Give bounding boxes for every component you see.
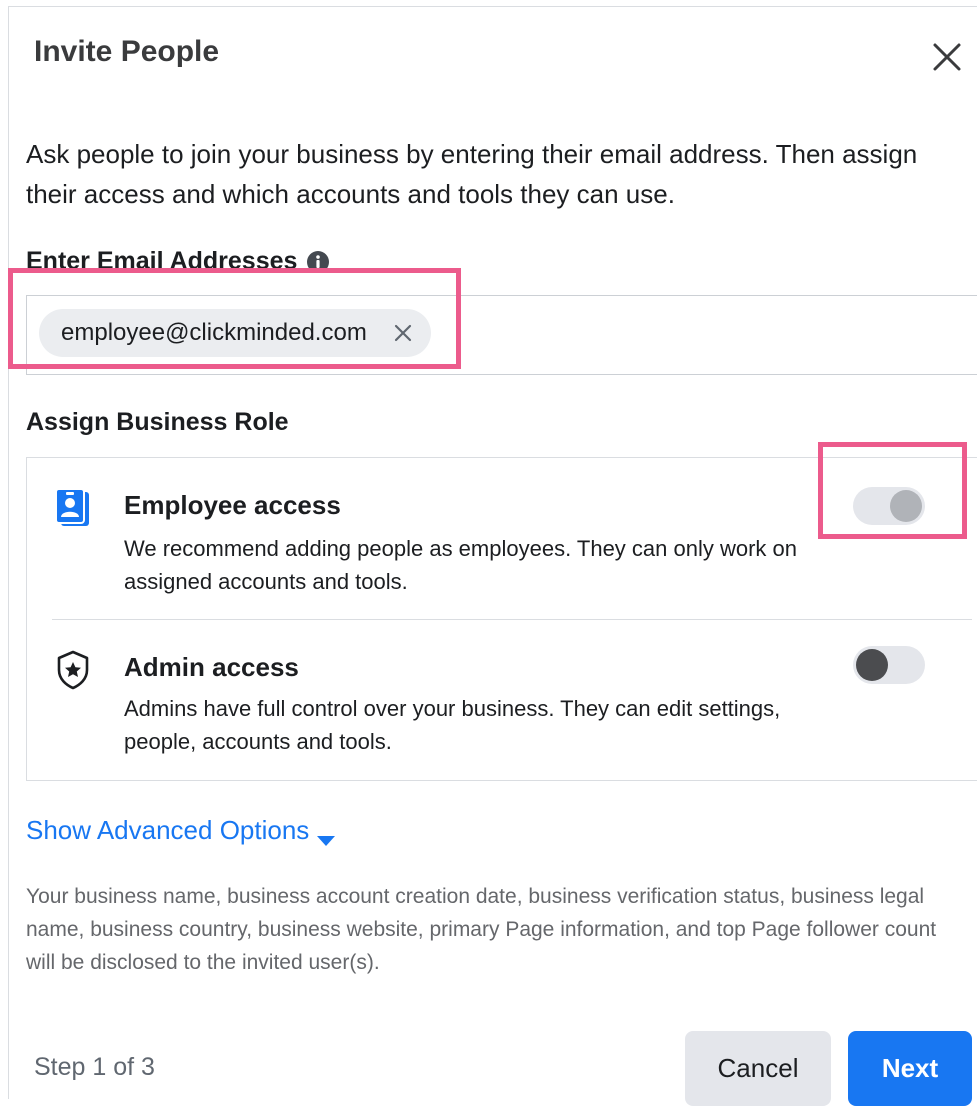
role-title: Admin access	[124, 652, 299, 682]
close-button[interactable]	[927, 37, 967, 77]
advanced-options-label: Show Advanced Options	[26, 815, 310, 845]
next-button[interactable]: Next	[848, 1031, 972, 1106]
highlight-toggle-annotation	[818, 442, 967, 539]
role-option-admin[interactable]: Admin access Admins have full control ov…	[27, 620, 977, 780]
invite-people-dialog: Invite People Ask people to join your bu…	[8, 6, 977, 1106]
caret-down-icon	[315, 824, 337, 846]
role-description: Admins have full control over your busin…	[124, 696, 781, 754]
role-label: Assign Business Role	[26, 408, 289, 436]
cancel-button[interactable]: Cancel	[685, 1031, 831, 1106]
disclosure-text: Your business name, business account cre…	[26, 885, 937, 974]
role-description: We recommend adding people as employees.…	[124, 536, 798, 594]
step-indicator: Step 1 of 3	[34, 1053, 155, 1081]
role-title: Employee access	[124, 490, 341, 520]
dialog-title: Invite People	[34, 35, 220, 68]
shield-star-icon	[51, 648, 95, 692]
show-advanced-options-link[interactable]: Show Advanced Options	[26, 815, 337, 846]
id-badge-icon	[51, 486, 95, 530]
admin-access-toggle[interactable]	[853, 646, 925, 684]
intro-text: Ask people to join your business by ente…	[26, 139, 918, 209]
toggle-knob	[856, 649, 888, 681]
close-icon	[933, 43, 961, 71]
highlight-email-annotation	[8, 268, 461, 369]
